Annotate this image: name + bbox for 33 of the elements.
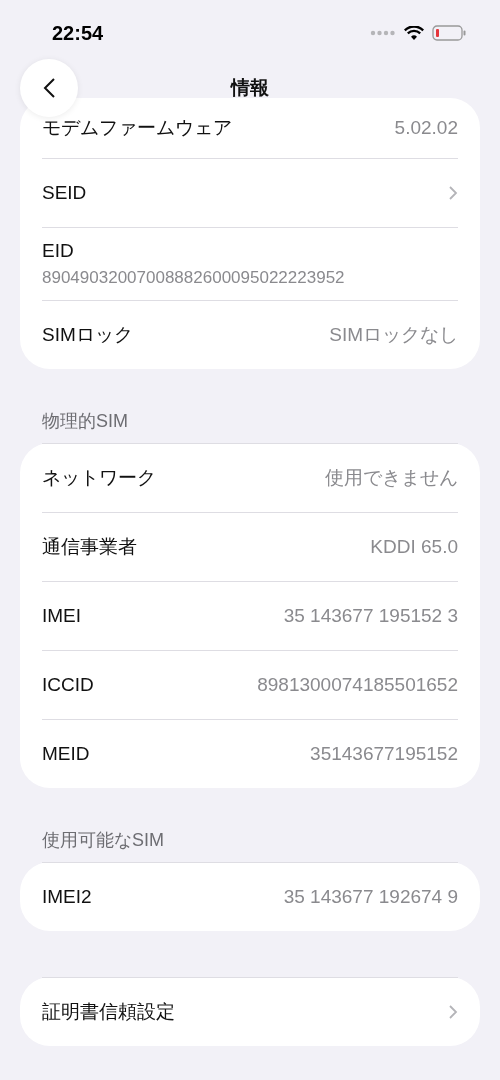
row-value: 8981300074185501652 (257, 674, 458, 696)
chevron-icon (448, 185, 458, 201)
row-value: KDDI 65.0 (370, 536, 458, 558)
row-value: 使用できません (325, 466, 458, 490)
row-label: SIMロック (42, 323, 133, 347)
chevron-icon (448, 1004, 458, 1020)
row-label: IMEI2 (42, 886, 92, 908)
status-time: 22:54 (52, 21, 104, 45)
section-header: 使用可能なSIM (41, 829, 165, 852)
row-label: MEID (42, 743, 90, 765)
row-label: ネットワーク (42, 466, 156, 490)
signal-icon (370, 30, 396, 36)
nav-title: 情報 (231, 76, 269, 100)
row-value: 35 143677 192674 9 (283, 886, 458, 908)
wifi-icon (404, 25, 424, 41)
back-icon (42, 77, 56, 99)
row-value: 35143677195152 (310, 743, 458, 765)
row-value: 35 143677 195152 3 (283, 605, 458, 627)
row-label: 証明書信頼設定 (42, 1000, 175, 1024)
section-header: 物理的SIM (41, 410, 129, 433)
row-value: 89049032007008882600095022223952 (42, 268, 346, 288)
row-label: IMEI (42, 605, 82, 627)
row-value: 5.02.02 (394, 117, 458, 139)
row-label: モデムファームウェア (42, 116, 232, 140)
list-row[interactable]: SEID (42, 158, 458, 227)
row-label: 通信事業者 (42, 535, 137, 559)
row-label: EID (42, 240, 75, 262)
list-row[interactable]: 証明書信頼設定 (42, 977, 458, 1046)
row-value: SIMロックなし (329, 323, 458, 347)
row-label: ICCID (42, 674, 94, 696)
battery-icon (432, 25, 466, 41)
back-button[interactable] (20, 59, 78, 117)
row-label: SEID (42, 182, 87, 204)
